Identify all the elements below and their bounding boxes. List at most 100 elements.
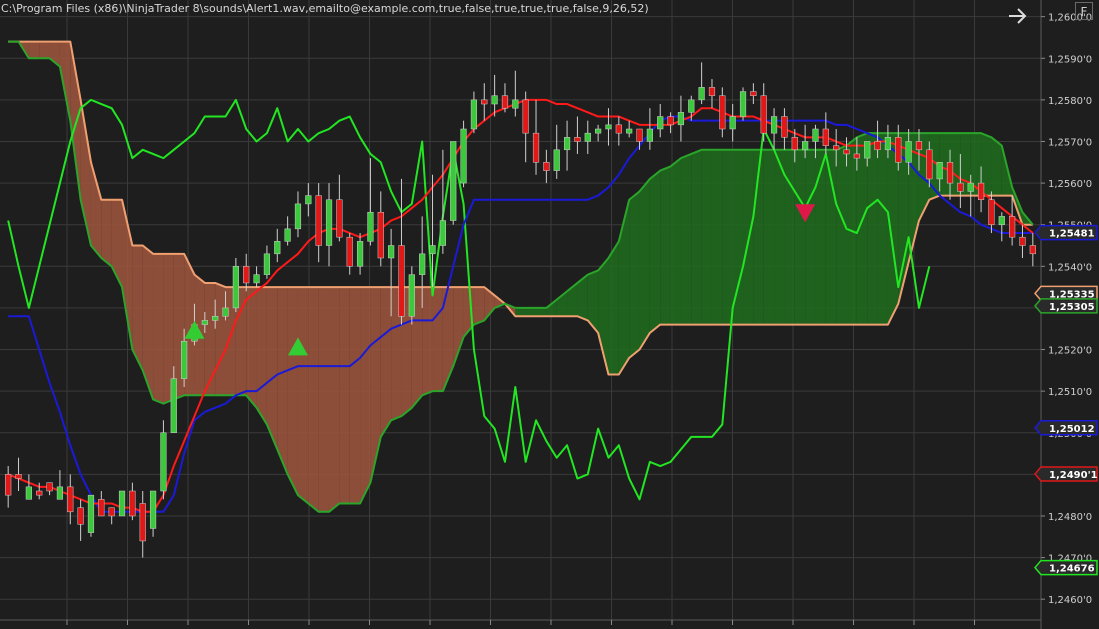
candle-body: [491, 95, 498, 105]
candle-body: [646, 128, 653, 142]
candle-body: [512, 99, 519, 109]
candle-body: [15, 474, 22, 479]
candle-body: [284, 228, 291, 242]
y-tick-label: 1,2580'0: [1048, 96, 1092, 107]
candle-body: [274, 241, 281, 255]
candle-body: [450, 141, 457, 221]
price-flag: 1,25012: [1034, 420, 1098, 436]
arrow-right-icon[interactable]: [1006, 5, 1028, 27]
candle-body: [988, 199, 995, 225]
y-tick-label: 1,2570'0: [1048, 137, 1092, 148]
candle-body: [750, 91, 757, 96]
candle-body: [822, 128, 829, 146]
candle-body: [957, 182, 964, 192]
candle-body: [884, 137, 892, 151]
candle: [739, 87, 747, 121]
candle-body: [377, 211, 384, 259]
candle-body: [874, 141, 881, 151]
cloud-segment: [670, 158, 681, 325]
candle-body: [719, 95, 726, 130]
cloud-segment: [422, 287, 433, 396]
cloud-segment: [680, 153, 692, 325]
cloud-segment: [515, 307, 526, 317]
candle-body: [388, 245, 395, 259]
cloud-segment: [763, 149, 775, 325]
price-flag-label: 1,25012: [1049, 424, 1095, 435]
cloud-segment: [525, 307, 537, 317]
candle-body: [708, 87, 716, 96]
candle-body: [802, 141, 809, 151]
candle-body: [657, 116, 664, 130]
cloud-segment: [660, 166, 671, 325]
cloud-segment: [28, 41, 40, 59]
candle-body: [833, 145, 840, 151]
candle-body: [356, 241, 364, 267]
candle-body: [729, 116, 736, 130]
cloud-segment: [266, 287, 278, 450]
candle-body: [253, 274, 260, 284]
candle-body: [574, 137, 581, 142]
candle: [460, 120, 467, 188]
cloud-segment: [277, 287, 288, 475]
cloud-segment: [701, 149, 712, 325]
price-chart[interactable]: 1,2600'01,2590'01,2580'01,2570'01,2560'0…: [0, 0, 1099, 629]
cloud-segment: [629, 191, 640, 358]
cloud-segment: [246, 287, 257, 408]
price-flag-label: 1,24676: [1049, 564, 1095, 575]
cloud-segment: [867, 133, 878, 325]
candle-body: [36, 490, 43, 496]
candle-body: [636, 128, 643, 142]
candle-body: [1019, 236, 1026, 246]
candle-body: [946, 162, 954, 184]
candle-body: [698, 87, 705, 101]
candle-body: [595, 128, 602, 134]
candle-body: [501, 95, 509, 109]
cloud-segment: [836, 145, 847, 325]
candle-body: [429, 245, 436, 255]
candle-body: [926, 149, 933, 180]
candle-body: [739, 91, 747, 117]
cloud-segment: [256, 287, 267, 425]
cloud-segment: [380, 287, 392, 437]
indicator-settings-label: C:\Program Files (x86)\NinjaTrader 8\sou…: [1, 2, 649, 15]
f-button[interactable]: F: [1075, 2, 1093, 20]
candle-body: [1009, 216, 1016, 238]
price-flag-label: 1,25305: [1049, 302, 1095, 313]
price-flag: 1,24676: [1034, 559, 1098, 576]
candle-body: [667, 116, 674, 126]
candle-body: [998, 216, 1005, 225]
candle-body: [212, 315, 219, 321]
candle-body: [243, 266, 250, 284]
candle-body: [605, 124, 612, 130]
candle-body: [915, 141, 923, 151]
candle-body: [522, 99, 529, 134]
price-flag-label: 1,25481: [1049, 229, 1095, 240]
price-flag-label: 1,2490'1: [1049, 470, 1098, 481]
candle: [450, 141, 457, 225]
cloud-segment: [297, 287, 309, 504]
candle-body: [346, 236, 353, 267]
cloud-segment: [639, 178, 650, 350]
candle-body: [626, 128, 633, 134]
candle-body: [108, 507, 115, 517]
cloud-segment: [722, 149, 733, 325]
candle-body: [67, 486, 74, 513]
candle-body: [770, 116, 778, 134]
cloud-segment: [432, 287, 443, 392]
candle-body: [181, 340, 188, 379]
cloud-segment: [215, 282, 226, 396]
candle-body: [398, 245, 405, 317]
candle-body: [201, 320, 208, 325]
candle-body: [543, 162, 550, 171]
candle-body: [967, 182, 974, 192]
cloud-segment: [691, 149, 702, 325]
candle-body: [688, 99, 695, 113]
cloud-segment: [794, 149, 806, 325]
candle-body: [315, 195, 322, 246]
candle-body: [977, 182, 985, 200]
y-tick-label: 1,2520'0: [1048, 346, 1092, 357]
candle-body: [325, 199, 333, 246]
candle-body: [336, 199, 343, 238]
candle-body: [936, 162, 943, 180]
cloud-segment: [349, 287, 361, 504]
